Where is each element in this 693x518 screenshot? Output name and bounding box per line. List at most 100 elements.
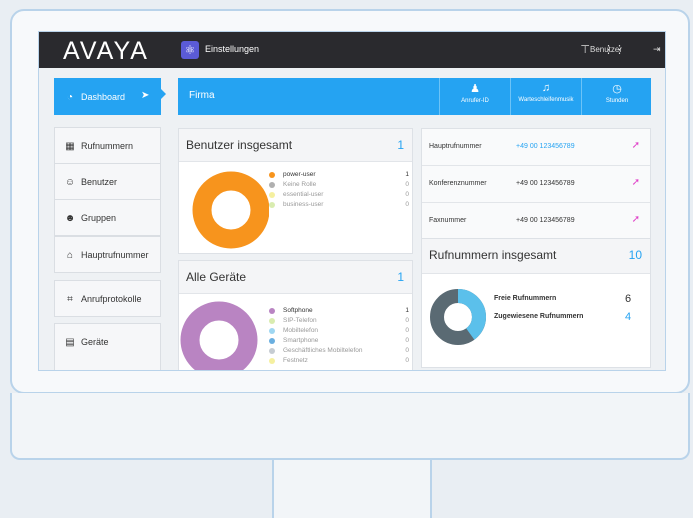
numbers-donut-chart xyxy=(430,289,486,345)
hierarchy-icon[interactable]: ⊤ xyxy=(580,44,590,56)
monitor-stand xyxy=(272,460,432,518)
legend-value: 0 xyxy=(405,201,409,208)
legend-row: Smartphone 0 xyxy=(269,337,409,347)
music-icon: ♫ xyxy=(541,82,551,94)
legend-dot xyxy=(269,338,275,344)
legend-dot xyxy=(269,328,275,334)
legend-value: 1 xyxy=(405,171,409,178)
legend-dot xyxy=(269,318,275,324)
legend-label: Zugewiesene Rufnummern xyxy=(494,313,584,320)
legend-row: SIP-Telefon 0 xyxy=(269,317,409,327)
number-label: Faxnummer xyxy=(429,217,467,224)
active-indicator xyxy=(160,88,166,100)
legend-label: SIP-Telefon xyxy=(283,317,317,324)
number-value: +49 00 123456789 xyxy=(516,180,575,187)
card-count: 10 xyxy=(628,248,642,262)
pin-icon[interactable]: ➚ xyxy=(632,177,640,188)
sidebar-item-label: Geräte xyxy=(81,337,109,347)
number-row-haupt[interactable]: Hauptrufnummer +49 00 123456789 ➚ xyxy=(422,129,650,166)
card-title: Rufnummern insgesamt xyxy=(429,248,557,262)
number-value: +49 00 123456789 xyxy=(516,217,575,224)
number-row-konferenz[interactable]: Konferenznummer +49 00 123456789 ➚ xyxy=(422,166,650,203)
sidebar-item-label: Benutzer xyxy=(81,177,118,187)
top-bar: AVAYA ⚛ Einstellungen ⊤ ⋮⋮ Benutzer ⇥ xyxy=(39,32,665,68)
legend-row: Freie Rufnummern 6 xyxy=(494,293,644,313)
user-menu[interactable]: Benutzer xyxy=(590,45,622,54)
app-title: Einstellungen xyxy=(205,44,260,54)
device-icon: ▤ xyxy=(65,337,75,348)
caller-id-button[interactable]: ♟ Anrufer-ID xyxy=(439,78,510,115)
donut-segment-softphone xyxy=(180,301,258,370)
devices-total-card: Alle Geräte 1 Softphone 1 SIP-Telefon 0 Mo… xyxy=(178,260,413,370)
sidebar-item-benutzer[interactable]: ☺ Benutzer xyxy=(54,163,161,200)
hours-button[interactable]: ◷ Stunden xyxy=(581,78,652,115)
legend-row: power-user 1 xyxy=(269,171,409,181)
card-header: Alle Geräte 1 xyxy=(179,261,412,294)
button-label: Stunden xyxy=(605,98,629,104)
hold-music-button[interactable]: ♫ Warteschleifenmusik xyxy=(510,78,581,115)
avaya-logo: AVAYA xyxy=(63,37,149,65)
legend-label: business-user xyxy=(283,201,324,208)
sidebar-item-gruppen[interactable]: ☻ Gruppen xyxy=(54,199,161,236)
number-row-fax[interactable]: Faxnummer +49 00 123456789 ➚ xyxy=(422,203,650,240)
button-label: Anrufer-ID xyxy=(461,98,489,104)
sidebar-item-rufnummern[interactable]: ▦ Rufnummern xyxy=(54,127,161,164)
sidebar-item-label: Dashboard xyxy=(81,92,126,102)
legend-label: Softphone xyxy=(283,307,313,314)
person-icon: ♟ xyxy=(470,83,480,95)
card-header: Benutzer insgesamt 1 xyxy=(179,129,412,162)
numbers-total-card: Rufnummern insgesamt 10 Freie Rufnummern… xyxy=(421,238,651,368)
legend-value: 0 xyxy=(405,327,409,334)
users-donut-chart xyxy=(192,171,269,249)
legend-row: Mobiltelefon 0 xyxy=(269,327,409,337)
legend-value: 6 xyxy=(625,293,632,305)
legend-dot xyxy=(269,202,275,208)
sidebar-item-anrufprotokolle[interactable]: ⌗ Anrufprotokolle xyxy=(54,280,161,317)
legend-row: business-user 0 xyxy=(269,201,409,211)
settings-app-icon[interactable]: ⚛ xyxy=(181,41,199,59)
number-label: Hauptrufnummer xyxy=(429,143,482,150)
devices-donut-chart xyxy=(180,301,258,370)
legend-label: Smartphone xyxy=(283,337,319,344)
legend-row: Keine Rolle 0 xyxy=(269,181,409,191)
devices-legend: Softphone 1 SIP-Telefon 0 Mobiltelefon 0 Sm… xyxy=(269,307,409,367)
legend-label: power-user xyxy=(283,171,316,178)
sidebar-item-label: Gruppen xyxy=(81,213,117,223)
legend-value: 0 xyxy=(405,357,409,364)
number-value: +49 00 123456789 xyxy=(516,143,575,150)
pin-icon[interactable]: ➚ xyxy=(632,214,640,225)
legend-row: Zugewiesene Rufnummern 4 xyxy=(494,311,644,331)
monitor-bezel xyxy=(10,393,690,460)
number-label: Konferenznummer xyxy=(429,180,487,187)
sidebar-item-label: Rufnummern xyxy=(81,141,134,151)
legend-label: Mobiltelefon xyxy=(283,327,319,334)
group-icon: ☻ xyxy=(64,213,76,224)
legend-value: 0 xyxy=(405,181,409,188)
legend-value: 0 xyxy=(405,191,409,198)
sidebar-item-hauptrufnummer[interactable]: ⌂ Hauptrufnummer xyxy=(54,236,161,273)
sidebar-item-dashboard[interactable]: ◔ Dashboard ➤ xyxy=(54,78,161,115)
gauge-icon: ◔ xyxy=(66,92,74,103)
firma-label: Firma xyxy=(189,90,215,101)
legend-label: Festnetz xyxy=(283,357,308,364)
legend-dot xyxy=(269,358,275,364)
cursor-icon: ➤ xyxy=(141,90,150,101)
card-count: 1 xyxy=(397,270,404,284)
users-legend: power-user 1 Keine Rolle 0 essential-user 0… xyxy=(269,171,409,211)
legend-dot xyxy=(269,308,275,314)
users-total-card: Benutzer insgesamt 1 power-user 1 Keine R… xyxy=(178,128,413,254)
legend-row: Softphone 1 xyxy=(269,307,409,317)
legend-value: 0 xyxy=(405,347,409,354)
clock-icon: ◷ xyxy=(612,83,622,95)
legend-row: essential-user 0 xyxy=(269,191,409,201)
legend-label: Keine Rolle xyxy=(283,181,317,188)
pin-icon[interactable]: ➚ xyxy=(632,140,640,151)
sidebar-item-geraete[interactable]: ▤ Geräte xyxy=(54,323,161,370)
legend-value: 0 xyxy=(405,317,409,324)
sidebar-item-label: Hauptrufnummer xyxy=(81,250,149,260)
log-icon: ⌗ xyxy=(67,294,73,305)
grid-icon: ▦ xyxy=(65,141,75,152)
logout-icon[interactable]: ⇥ xyxy=(653,44,661,55)
legend-label: Freie Rufnummern xyxy=(494,295,557,302)
phone-numbers-panel: Hauptrufnummer +49 00 123456789 ➚ Konfer… xyxy=(421,128,651,240)
